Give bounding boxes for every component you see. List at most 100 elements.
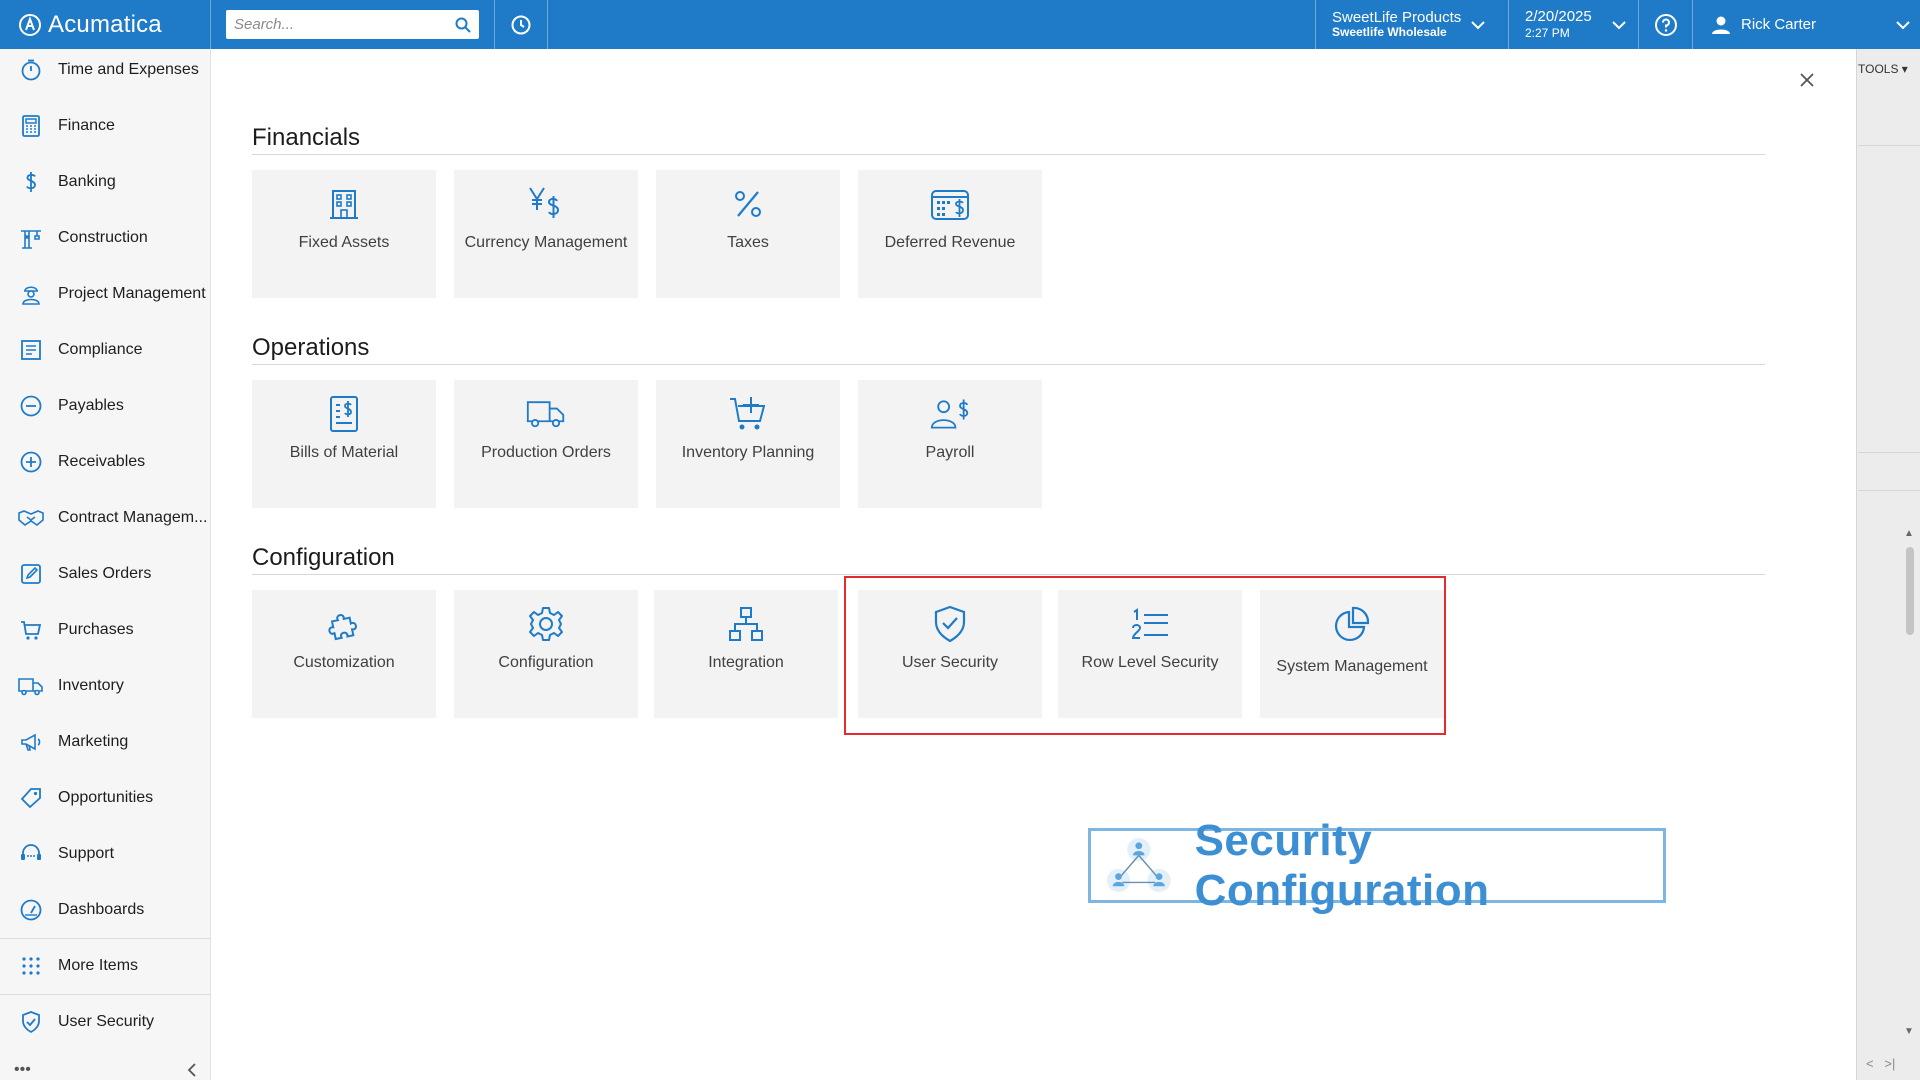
- chevron-down-icon: [1612, 20, 1626, 29]
- banner-text: Security Configuration: [1194, 815, 1490, 915]
- user-network-icon: [1106, 837, 1171, 892]
- tile-label: Taxes: [727, 234, 769, 251]
- business-date: 2/20/2025: [1525, 8, 1592, 26]
- tile-label: Fixed Assets: [298, 234, 390, 251]
- section-title-operations: Operations: [252, 334, 370, 361]
- history-icon: [511, 15, 531, 34]
- tile-deferred-revenue[interactable]: Deferred Revenue: [858, 170, 1042, 298]
- tile-label: Configuration: [498, 654, 594, 671]
- strip-divider: [1858, 490, 1920, 491]
- sidebar-item-user-security[interactable]: User Security: [0, 994, 211, 1050]
- currency-icon: [526, 184, 566, 224]
- security-configuration-banner: Security Configuration: [1088, 816, 1666, 915]
- building-icon: [324, 184, 364, 224]
- tile-label: Inventory Planning: [681, 444, 815, 461]
- sidebar-item-label: User Security: [58, 1013, 155, 1030]
- sidebar-item-more-items[interactable]: More Items: [0, 938, 211, 994]
- tile-customization[interactable]: Customization: [252, 590, 436, 718]
- tile-label: Currency Management: [464, 234, 628, 251]
- close-button[interactable]: [1796, 69, 1818, 91]
- sidebar-item-marketing[interactable]: Marketing: [0, 714, 211, 770]
- dollar-icon: [18, 169, 44, 195]
- business-date-selector[interactable]: 2/20/2025 2:27 PM: [1508, 0, 1638, 49]
- section-title-financials: Financials: [252, 124, 361, 151]
- user-menu[interactable]: Rick Carter: [1692, 0, 1920, 49]
- sidebar-item-compliance[interactable]: Compliance: [0, 322, 211, 378]
- tile-label: Deferred Revenue: [884, 234, 1016, 251]
- tools-menu[interactable]: TOOLS ▾: [1858, 62, 1908, 76]
- search-input[interactable]: [234, 16, 455, 33]
- sidebar: Time and Expenses Finance Banking Constr…: [0, 49, 211, 1080]
- help-button[interactable]: [1638, 0, 1692, 49]
- tile-bills-of-material[interactable]: Bills of Material: [252, 380, 436, 508]
- section-divider: [252, 154, 1765, 155]
- tile-currency-management[interactable]: Currency Management: [454, 170, 638, 298]
- top-bar: Acumatica SweetLife Products Sweetlife W…: [0, 0, 1920, 49]
- tile-inventory-planning[interactable]: Inventory Planning: [656, 380, 840, 508]
- sidebar-item-dashboards[interactable]: Dashboards: [0, 882, 211, 938]
- sidebar-item-payables[interactable]: Payables: [0, 378, 211, 434]
- sidebar-item-label: Project Management: [58, 285, 206, 302]
- company-selector[interactable]: SweetLife Products Sweetlife Wholesale: [1315, 0, 1508, 49]
- user-name: Rick Carter: [1741, 16, 1817, 33]
- pager-icons[interactable]: < >|: [1866, 1056, 1895, 1071]
- sidebar-item-time-and-expenses[interactable]: Time and Expenses: [0, 42, 211, 98]
- sidebar-item-label: Finance: [58, 117, 115, 134]
- tile-taxes[interactable]: Taxes: [656, 170, 840, 298]
- sidebar-item-inventory[interactable]: Inventory: [0, 658, 211, 714]
- search-icon[interactable]: [455, 17, 471, 33]
- scrollbar-thumb[interactable]: [1906, 547, 1914, 635]
- calculator-icon: [18, 113, 44, 139]
- sidebar-item-purchases[interactable]: Purchases: [0, 602, 211, 658]
- gauge-icon: [18, 897, 44, 923]
- scroll-up-arrow-icon[interactable]: ▲: [1904, 528, 1914, 539]
- tile-label: Bills of Material: [289, 444, 399, 461]
- tile-production-orders[interactable]: Production Orders: [454, 380, 638, 508]
- sidebar-item-finance[interactable]: Finance: [0, 98, 211, 154]
- sidebar-item-label: Receivables: [58, 453, 146, 470]
- puzzle-icon: [324, 604, 364, 644]
- sidebar-item-support[interactable]: Support: [0, 826, 211, 882]
- sidebar-item-receivables[interactable]: Receivables: [0, 434, 211, 490]
- tools-label: TOOLS: [1858, 62, 1899, 76]
- collapse-sidebar-icon[interactable]: [187, 1063, 197, 1077]
- percent-icon: [728, 184, 768, 224]
- sidebar-item-label: Opportunities: [58, 789, 154, 806]
- tile-integration[interactable]: Integration: [654, 590, 838, 718]
- gear-icon: [526, 604, 566, 644]
- tile-label: Customization: [293, 654, 395, 671]
- sidebar-item-banking[interactable]: Banking: [0, 154, 211, 210]
- tile-label: Integration: [708, 654, 784, 671]
- tile-fixed-assets[interactable]: Fixed Assets: [252, 170, 436, 298]
- sidebar-item-label: Sales Orders: [58, 565, 152, 582]
- company-branch: Sweetlife Wholesale: [1332, 25, 1447, 40]
- tag-icon: [18, 785, 44, 811]
- sidebar-item-construction[interactable]: Construction: [0, 210, 211, 266]
- user-icon: [1712, 16, 1730, 34]
- ellipsis-icon[interactable]: •••: [14, 1061, 31, 1079]
- tile-payroll[interactable]: Payroll: [858, 380, 1042, 508]
- sidebar-item-label: Construction: [58, 229, 148, 246]
- strip-divider: [1858, 452, 1920, 453]
- sidebar-item-label: Compliance: [58, 341, 143, 358]
- cart-icon: [18, 617, 44, 643]
- shield-check-icon: [18, 1009, 44, 1035]
- people-dollar-icon: [930, 394, 970, 434]
- sidebar-item-label: Marketing: [58, 733, 129, 750]
- search-box: [226, 10, 479, 39]
- tile-configuration[interactable]: Configuration: [454, 590, 638, 718]
- truck-icon: [526, 394, 566, 434]
- grid-dots-icon: [18, 953, 44, 979]
- sidebar-item-label: Contract Managem...: [58, 509, 208, 526]
- sidebar-item-sales-orders[interactable]: Sales Orders: [0, 546, 211, 602]
- sidebar-item-contract-management[interactable]: Contract Managem...: [0, 490, 211, 546]
- stopwatch-icon: [18, 57, 44, 83]
- chevron-down-icon: [1896, 20, 1910, 29]
- pencil-note-icon: [18, 561, 44, 587]
- sidebar-item-opportunities[interactable]: Opportunities: [0, 770, 211, 826]
- recent-history-button[interactable]: [495, 0, 548, 49]
- sidebar-item-label: Payables: [58, 397, 124, 414]
- sidebar-item-project-management[interactable]: Project Management: [0, 266, 211, 322]
- scroll-down-arrow-icon[interactable]: ▼: [1904, 1026, 1914, 1037]
- company-name: SweetLife Products: [1332, 8, 1462, 26]
